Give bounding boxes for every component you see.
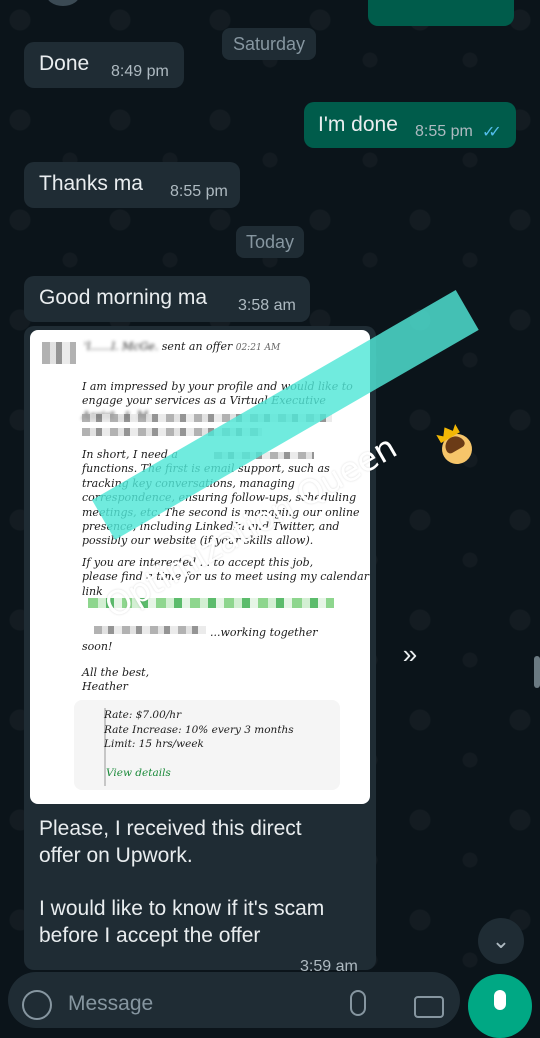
blurred-avatar	[42, 342, 76, 364]
view-details-link: View details	[106, 767, 171, 779]
offer-action: sent an offer	[161, 340, 233, 353]
read-ticks-icon: ✓✓	[482, 124, 502, 141]
message-text: Good morning ma	[39, 286, 208, 309]
avatar[interactable]	[46, 0, 80, 6]
message-time: 3:58 am	[238, 297, 296, 314]
offer-time: 02:21 AM	[235, 343, 281, 353]
double-chevron-down-icon[interactable]: ⌄	[478, 918, 524, 964]
day-separator-saturday: Saturday	[222, 28, 316, 60]
message-time: 8:55 pm	[170, 183, 228, 200]
message-time: 8:49 pm	[111, 63, 169, 80]
offer-terms: Rate: $7.00/hr Rate Increase: 10% every …	[104, 709, 294, 750]
camera-icon[interactable]	[414, 996, 444, 1018]
mic-icon	[494, 990, 506, 1010]
day-separator-today: Today	[236, 226, 304, 258]
offer-signoff: All the best, Heather	[82, 666, 150, 694]
previous-outgoing-bubble	[368, 0, 514, 26]
offer-sender: 'l......l. McGe.	[84, 340, 159, 353]
message-text: I'm done	[318, 113, 398, 136]
message-text: Done	[39, 52, 90, 75]
previous-content-strip	[0, 0, 540, 26]
message-time: 8:55 pm	[415, 123, 473, 140]
message-text: Thanks ma	[39, 172, 143, 195]
blurred-text	[94, 626, 206, 634]
message-input[interactable]: Message	[68, 992, 153, 1016]
image-caption: Please, I received this direct offer on …	[39, 817, 325, 947]
attach-icon[interactable]	[350, 990, 366, 1016]
forward-icon[interactable]: »	[392, 636, 428, 672]
scrollbar-thumb[interactable]	[534, 656, 540, 688]
emoji-icon[interactable]	[22, 990, 52, 1020]
